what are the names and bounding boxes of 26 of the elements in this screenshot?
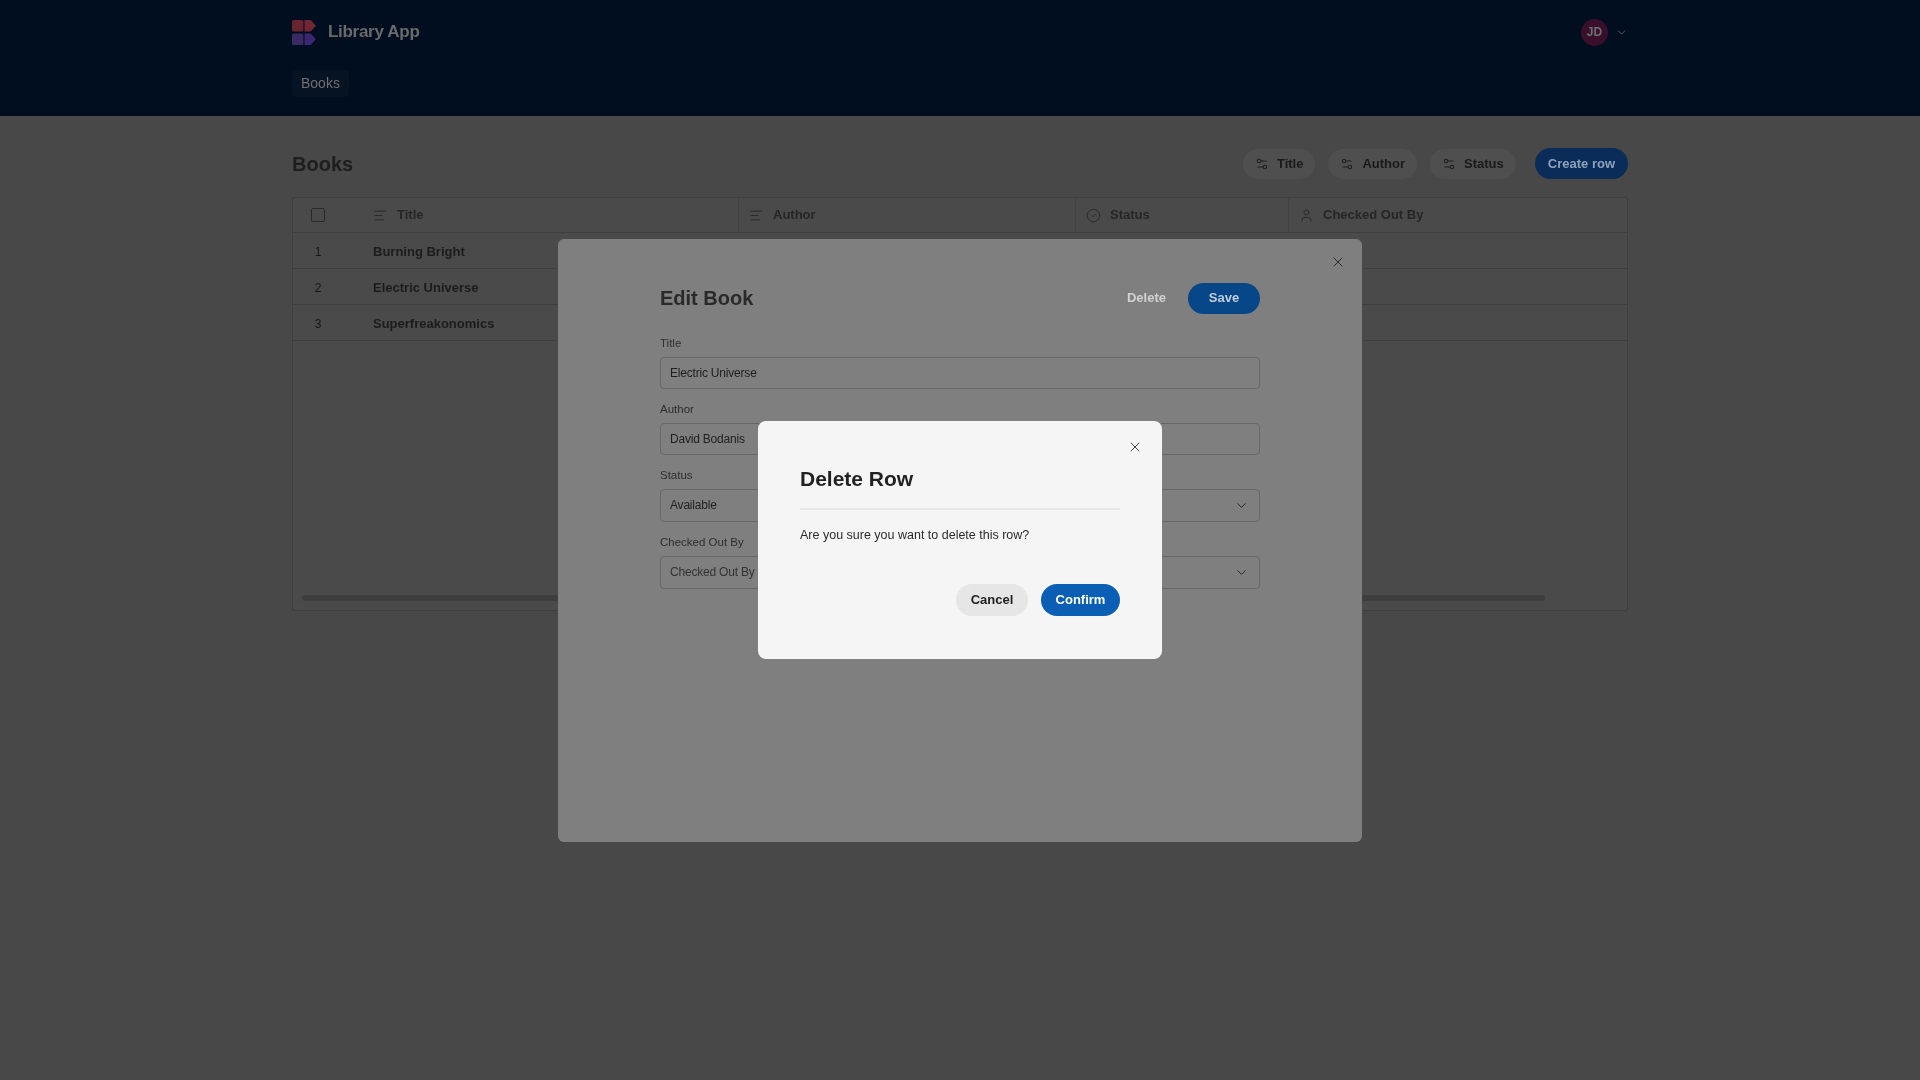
field-label: Checked Out By xyxy=(660,534,744,549)
dialog-title: Delete Row xyxy=(800,466,915,492)
cancel-button[interactable]: Cancel xyxy=(956,584,1028,616)
select-all-checkbox[interactable] xyxy=(311,208,325,222)
user-icon xyxy=(1299,207,1314,223)
nav-link[interactable]: Books xyxy=(292,70,349,97)
app-name: Library App xyxy=(328,21,420,44)
text-field[interactable]: Electric Universe xyxy=(660,356,1260,389)
confirm-button[interactable]: Confirm xyxy=(1041,584,1120,616)
avatar: JD xyxy=(1581,18,1608,46)
sliders-icon xyxy=(1442,156,1457,171)
check-circle-icon xyxy=(1086,207,1101,223)
user-menu-button[interactable]: JD xyxy=(1581,18,1628,46)
field-label: Title xyxy=(660,335,682,350)
dialog-message: Are you sure you want to delete this row? xyxy=(800,527,1031,543)
sliders-icon xyxy=(1254,156,1269,171)
dialog-title: Edit Book xyxy=(660,286,754,311)
text-lines-icon xyxy=(373,207,388,223)
field-label: Status xyxy=(660,467,693,482)
field-label: Author xyxy=(660,401,694,416)
logo-icon xyxy=(292,19,317,45)
save-button[interactable]: Save xyxy=(1188,282,1260,314)
create-row-button[interactable]: Create row xyxy=(1534,148,1628,179)
text-lines-icon xyxy=(749,207,764,223)
sliders-icon xyxy=(1340,156,1355,171)
delete-button[interactable]: Delete xyxy=(1126,288,1166,308)
